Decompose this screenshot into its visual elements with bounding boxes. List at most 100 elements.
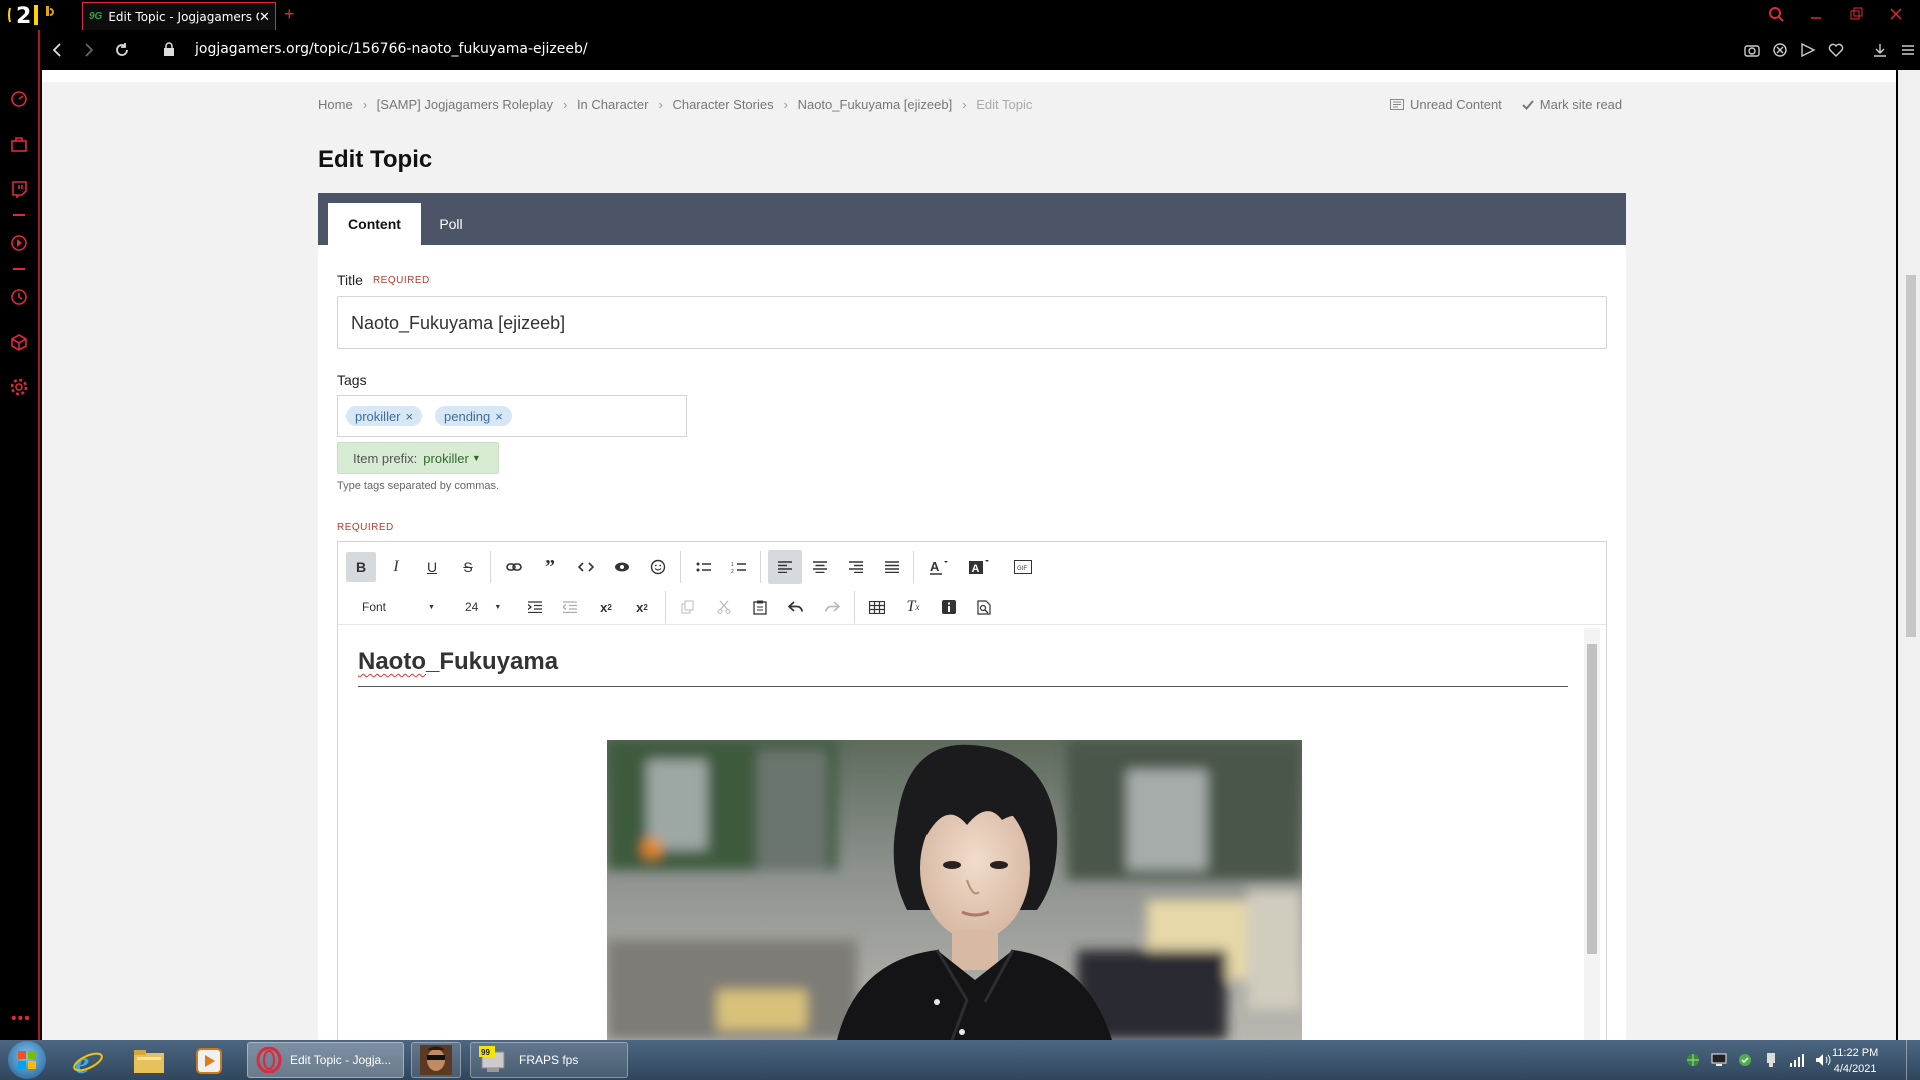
heart-icon[interactable] <box>1828 42 1844 58</box>
bold-icon[interactable]: B <box>346 552 376 582</box>
gif-icon[interactable]: GIF <box>1008 552 1038 582</box>
tag-chip[interactable]: pending × <box>435 406 512 426</box>
strikethrough-icon[interactable]: S <box>453 552 483 582</box>
close-tab-icon[interactable]: ✕ <box>259 9 275 25</box>
more-icon[interactable]: ••• <box>11 1010 31 1028</box>
store-icon[interactable] <box>10 135 30 180</box>
unread-content-link[interactable]: Unread Content <box>1390 97 1502 112</box>
emoji-icon[interactable] <box>643 552 673 582</box>
remove-tag-icon[interactable]: × <box>495 409 503 424</box>
active-browser-tab[interactable]: 9G Edit Topic - Jogjagamers C ✕ <box>82 2 276 30</box>
reload-icon[interactable] <box>114 42 130 58</box>
background-color-icon[interactable]: A <box>964 552 994 582</box>
network-globe-icon[interactable] <box>1685 1052 1701 1068</box>
player-icon[interactable] <box>10 234 30 264</box>
easy-setup-icon[interactable] <box>1900 42 1916 58</box>
redo-icon[interactable] <box>817 592 847 622</box>
back-icon[interactable] <box>50 42 64 58</box>
taskbar-game[interactable] <box>411 1042 461 1078</box>
tags-input[interactable]: prokiller × pending × <box>337 395 687 437</box>
spoiler-icon[interactable] <box>607 552 637 582</box>
breadcrumb-topic[interactable]: Naoto_Fukuyama [ejizeeb] <box>798 97 953 112</box>
mark-site-read-link[interactable]: Mark site read <box>1522 97 1622 112</box>
remove-tag-icon[interactable]: × <box>406 409 414 424</box>
signal-icon[interactable] <box>1789 1052 1805 1068</box>
send-icon[interactable] <box>1800 42 1816 58</box>
minimize-icon[interactable] <box>1808 6 1824 22</box>
twitch-icon[interactable] <box>10 180 30 210</box>
speed-dial-icon[interactable] <box>10 90 30 135</box>
table-icon[interactable] <box>862 592 892 622</box>
cut-icon[interactable] <box>709 592 739 622</box>
preview-icon[interactable] <box>969 592 999 622</box>
restore-icon[interactable] <box>1848 6 1864 22</box>
file-explorer-icon[interactable] <box>133 1047 165 1075</box>
new-tab-button[interactable]: + <box>284 4 295 25</box>
taskbar-fraps[interactable]: 99 FRAPS fps <box>470 1042 628 1078</box>
extensions-icon[interactable] <box>10 333 30 378</box>
page-scrollbar-thumb[interactable] <box>1906 275 1916 637</box>
search-tabs-icon[interactable] <box>1768 6 1784 22</box>
title-input[interactable]: Naoto_Fukuyama [ejizeeb] <box>337 296 1607 349</box>
breadcrumb-in-character[interactable]: In Character <box>577 97 649 112</box>
bullet-list-icon[interactable] <box>689 552 719 582</box>
monitor-icon[interactable] <box>1711 1052 1727 1068</box>
lock-icon[interactable] <box>163 42 175 57</box>
forward-icon[interactable] <box>82 42 96 58</box>
outdent-icon[interactable] <box>555 592 585 622</box>
url-input[interactable]: jogjagamers.org/topic/156766-naoto_fukuy… <box>195 41 588 57</box>
embedded-photo[interactable] <box>607 740 1302 1040</box>
info-icon[interactable] <box>934 592 964 622</box>
camera-icon[interactable] <box>1744 42 1760 58</box>
align-center-icon[interactable] <box>805 552 835 582</box>
content-heading[interactable]: Naoto_Fukuyama <box>358 648 558 676</box>
align-left-icon[interactable] <box>768 550 802 584</box>
download-icon[interactable] <box>1872 42 1888 58</box>
numbered-list-icon[interactable]: 12 <box>724 552 754 582</box>
editor-scrollbar[interactable] <box>1584 628 1600 1040</box>
tab-poll[interactable]: Poll <box>421 203 481 245</box>
ad-block-icon[interactable] <box>1772 42 1788 58</box>
undo-icon[interactable] <box>781 592 811 622</box>
breadcrumb-home[interactable]: Home <box>318 97 353 112</box>
close-window-icon[interactable] <box>1888 6 1904 22</box>
justify-icon[interactable] <box>877 552 907 582</box>
browser-logo[interactable]: 2 <box>6 2 60 28</box>
breadcrumb-character-stories[interactable]: Character Stories <box>672 97 773 112</box>
tag-chip[interactable]: prokiller × <box>346 406 423 426</box>
editor-scrollbar-thumb[interactable] <box>1587 644 1597 954</box>
taskbar-clock[interactable]: 11:22 PM 4/4/2021 <box>1832 1045 1878 1077</box>
remove-format-icon[interactable]: Tx <box>898 592 928 622</box>
font-family-select[interactable]: Font ▼ <box>352 592 435 622</box>
item-prefix-dropdown[interactable]: Item prefix: prokiller ▼ <box>337 442 499 474</box>
subscript-icon[interactable]: x2 <box>591 592 621 622</box>
code-icon[interactable] <box>571 552 601 582</box>
internet-explorer-icon[interactable]: e <box>72 1046 104 1076</box>
link-icon[interactable] <box>499 552 529 582</box>
indent-icon[interactable] <box>520 592 550 622</box>
show-desktop-button[interactable] <box>1906 1040 1920 1080</box>
italic-icon[interactable]: I <box>381 552 411 582</box>
text-color-icon[interactable]: A <box>923 552 953 582</box>
font-size-select[interactable]: 24 ▼ <box>455 592 505 622</box>
tag-label: prokiller <box>355 408 401 424</box>
copy-icon[interactable] <box>673 592 703 622</box>
superscript-icon[interactable]: x2 <box>627 592 657 622</box>
quote-icon[interactable]: ” <box>535 552 565 582</box>
breadcrumb-forum[interactable]: [SAMP] Jogjagamers Roleplay <box>377 97 553 112</box>
media-player-icon[interactable] <box>195 1047 223 1075</box>
align-right-icon[interactable] <box>841 552 871 582</box>
toolbar-separator <box>680 551 681 583</box>
underline-icon[interactable]: U <box>417 552 447 582</box>
paste-icon[interactable] <box>745 592 775 622</box>
volume-icon[interactable] <box>1815 1052 1831 1068</box>
settings-icon[interactable] <box>10 378 30 423</box>
tags-label: Tags <box>337 372 367 388</box>
tab-content[interactable]: Content <box>328 203 421 245</box>
svg-text:A: A <box>972 563 980 575</box>
sync-icon[interactable] <box>1737 1052 1753 1068</box>
usb-icon[interactable] <box>1763 1052 1779 1068</box>
start-button[interactable] <box>8 1041 46 1079</box>
taskbar-opera[interactable]: Edit Topic - Jogja... <box>247 1042 404 1078</box>
history-icon[interactable] <box>10 288 30 333</box>
